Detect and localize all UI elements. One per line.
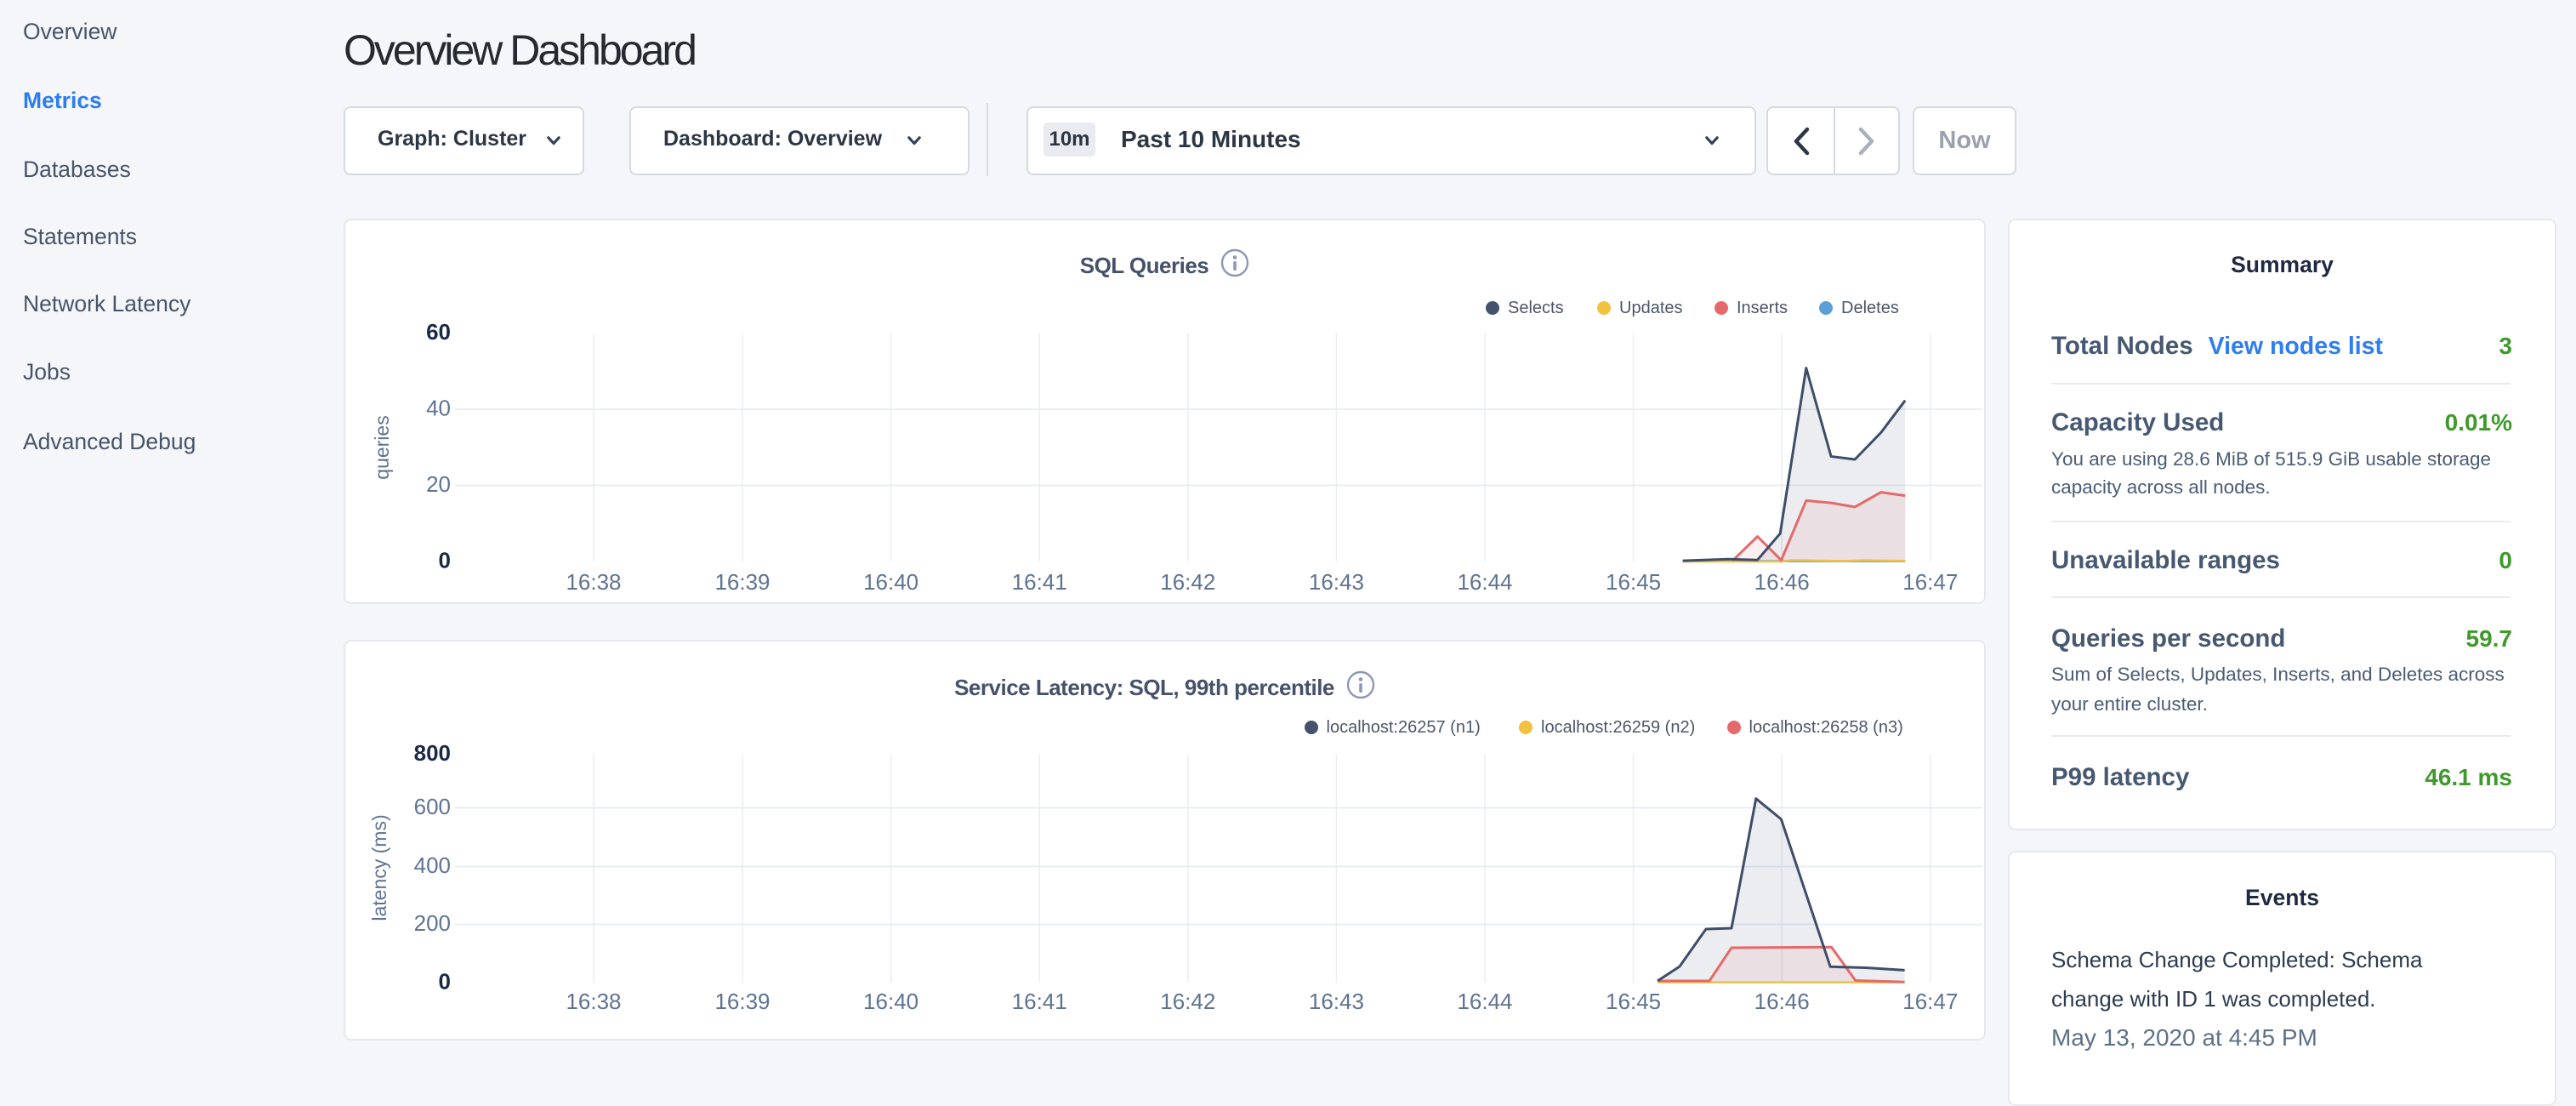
svg-text:16:45: 16:45: [1606, 569, 1661, 595]
svg-text:400: 400: [414, 852, 451, 878]
svg-text:16:42: 16:42: [1160, 569, 1215, 595]
svg-text:16:46: 16:46: [1754, 569, 1810, 595]
svg-text:16:39: 16:39: [714, 569, 770, 595]
svg-text:16:40: 16:40: [863, 569, 918, 595]
svg-text:16:44: 16:44: [1457, 569, 1512, 595]
svg-text:16:43: 16:43: [1309, 989, 1364, 1014]
svg-text:16:46: 16:46: [1754, 989, 1810, 1014]
svg-text:800: 800: [414, 740, 451, 766]
svg-text:16:45: 16:45: [1606, 989, 1661, 1014]
svg-text:0: 0: [439, 969, 451, 995]
svg-text:latency (ms): latency (ms): [368, 814, 390, 921]
svg-text:16:42: 16:42: [1160, 989, 1215, 1014]
svg-text:16:43: 16:43: [1309, 569, 1364, 595]
svg-text:queries: queries: [371, 415, 393, 479]
svg-text:16:41: 16:41: [1012, 989, 1067, 1014]
svg-text:16:44: 16:44: [1457, 989, 1512, 1014]
svg-text:40: 40: [426, 396, 451, 421]
svg-text:16:38: 16:38: [566, 569, 621, 595]
svg-text:20: 20: [426, 471, 451, 497]
svg-text:16:41: 16:41: [1012, 569, 1067, 595]
svg-text:16:40: 16:40: [863, 989, 918, 1014]
svg-text:16:47: 16:47: [1902, 569, 1958, 595]
svg-text:60: 60: [426, 319, 451, 345]
svg-text:600: 600: [414, 794, 451, 819]
svg-text:0: 0: [439, 548, 451, 573]
svg-text:16:38: 16:38: [566, 989, 621, 1014]
svg-text:16:39: 16:39: [714, 989, 770, 1014]
svg-text:16:47: 16:47: [1902, 989, 1958, 1014]
svg-text:200: 200: [414, 910, 451, 936]
